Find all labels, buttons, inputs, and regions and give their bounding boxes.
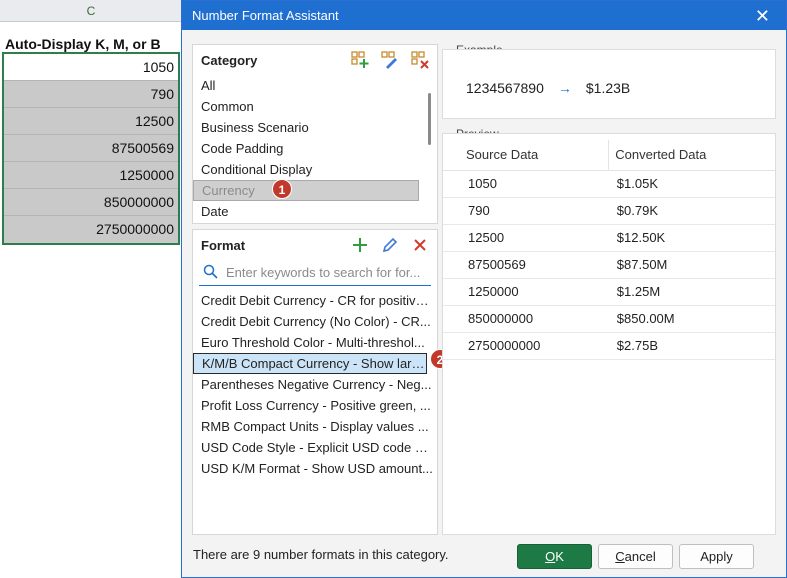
source-cell: 1250000 xyxy=(443,278,609,306)
cancel-label: ancel xyxy=(624,549,656,564)
converted-cell: $1.25M xyxy=(608,278,775,306)
ok-label: K xyxy=(555,549,564,564)
column-header-source[interactable]: Source Data xyxy=(443,140,609,171)
category-item[interactable]: Code Padding xyxy=(193,138,425,159)
add-format-icon[interactable] xyxy=(351,236,369,254)
table-row: 790 $0.79K xyxy=(443,197,775,225)
format-heading: Format xyxy=(201,237,246,253)
category-item[interactable]: Business Scenario xyxy=(193,117,425,138)
cancel-mnemonic: C xyxy=(615,549,625,564)
add-category-icon[interactable] xyxy=(351,51,369,69)
selected-range[interactable]: 1050 790 12500 87500569 1250000 85000000… xyxy=(2,52,180,245)
status-text: There are 9 number formats in this categ… xyxy=(193,547,449,562)
source-cell: 12500 xyxy=(443,224,609,252)
table-row: 87500569 $87.50M xyxy=(443,251,775,279)
cell[interactable]: 1250000 xyxy=(4,162,178,189)
cell[interactable]: 850000000 xyxy=(4,189,178,216)
cell[interactable]: 1050 xyxy=(4,54,178,81)
dialog-title: Number Format Assistant xyxy=(192,8,339,23)
format-item[interactable]: USD Code Style - Explicit USD code wi... xyxy=(193,437,433,458)
close-button[interactable]: ✕ xyxy=(749,7,776,25)
category-item[interactable]: Common xyxy=(193,96,425,117)
category-header: Category xyxy=(193,45,437,75)
spreadsheet-area: C Auto-Display K, M, or B 1050 790 12500… xyxy=(0,0,182,578)
number-format-dialog: Number Format Assistant ✕ Category All C… xyxy=(181,0,787,578)
edit-format-icon[interactable] xyxy=(381,236,399,254)
format-item[interactable]: Euro Threshold Color - Multi-threshol... xyxy=(193,332,433,353)
table-row: 12500 $12.50K xyxy=(443,224,775,252)
header-cell[interactable]: Auto-Display K, M, or B xyxy=(0,34,182,54)
category-item[interactable]: Date xyxy=(193,201,425,222)
example-panel: 1234567890 → $1.23B xyxy=(442,49,776,119)
table-row: 1250000 $1.25M xyxy=(443,278,775,306)
source-cell: 850000000 xyxy=(443,305,609,333)
format-item[interactable]: Profit Loss Currency - Positive green, .… xyxy=(193,395,433,416)
search-icon xyxy=(203,264,218,282)
format-item[interactable]: Credit Debit Currency - CR for positive.… xyxy=(193,290,433,311)
example-source: 1234567890 xyxy=(466,80,544,96)
preview-table: Source Data Converted Data 1050 $1.05K 79… xyxy=(443,140,775,360)
converted-cell: $1.05K xyxy=(608,170,775,198)
category-list: All Common Business Scenario Code Paddin… xyxy=(193,75,437,222)
table-row: 2750000000 $2.75B xyxy=(443,332,775,360)
converted-cell: $0.79K xyxy=(608,197,775,225)
category-item-selected[interactable]: Currency xyxy=(193,180,419,201)
table-row: 850000000 $850.00M xyxy=(443,305,775,333)
column-header-converted[interactable]: Converted Data xyxy=(608,140,775,171)
ok-mnemonic: O xyxy=(545,549,556,564)
arrow-right-icon: → xyxy=(557,80,572,96)
converted-cell: $12.50K xyxy=(608,224,775,252)
category-panel: Category All Common Business Scenario Co… xyxy=(192,44,438,224)
converted-cell: $850.00M xyxy=(608,305,775,333)
source-cell: 87500569 xyxy=(443,251,609,279)
converted-cell: $2.75B xyxy=(608,332,775,360)
format-item[interactable]: Credit Debit Currency (No Color) - CR... xyxy=(193,311,433,332)
cancel-button[interactable]: Cancel xyxy=(598,544,673,569)
source-cell: 1050 xyxy=(443,170,609,198)
converted-cell: $87.50M xyxy=(608,251,775,279)
ok-button[interactable]: OK xyxy=(517,544,592,569)
source-cell: 790 xyxy=(443,197,609,225)
format-item[interactable]: RMB Compact Units - Display values ... xyxy=(193,416,433,437)
table-row: 1050 $1.05K xyxy=(443,170,775,198)
category-scrollbar[interactable] xyxy=(428,93,431,145)
preview-header-row: Source Data Converted Data xyxy=(443,140,775,171)
preview-panel: Source Data Converted Data 1050 $1.05K 79… xyxy=(442,133,776,535)
category-item[interactable]: All xyxy=(193,75,425,96)
format-item-selected[interactable]: K/M/B Compact Currency - Show larg... xyxy=(193,353,427,374)
step-badge-1: 1 xyxy=(272,179,292,199)
example-result: $1.23B xyxy=(585,80,631,96)
delete-category-icon[interactable] xyxy=(411,51,429,69)
format-header: Format xyxy=(193,230,437,260)
format-item[interactable]: Parentheses Negative Currency - Neg... xyxy=(193,374,433,395)
cell[interactable]: 790 xyxy=(4,81,178,108)
category-item[interactable]: Conditional Display xyxy=(193,159,425,180)
apply-button[interactable]: Apply xyxy=(679,544,754,569)
search-input[interactable] xyxy=(224,264,429,281)
column-header[interactable]: C xyxy=(0,0,182,22)
format-panel: Format Credit Debit Currency - CR for po… xyxy=(192,229,438,535)
title-bar: Number Format Assistant ✕ xyxy=(182,1,786,30)
source-cell: 2750000000 xyxy=(443,332,609,360)
cell[interactable]: 87500569 xyxy=(4,135,178,162)
format-list: Credit Debit Currency - CR for positive.… xyxy=(193,290,437,479)
format-item[interactable]: USD K/M Format - Show USD amount... xyxy=(193,458,433,479)
category-heading: Category xyxy=(201,52,258,68)
cell[interactable]: 12500 xyxy=(4,108,178,135)
edit-category-icon[interactable] xyxy=(381,51,399,69)
format-search xyxy=(199,260,431,286)
cell[interactable]: 2750000000 xyxy=(4,216,178,243)
delete-format-icon[interactable] xyxy=(411,236,429,254)
